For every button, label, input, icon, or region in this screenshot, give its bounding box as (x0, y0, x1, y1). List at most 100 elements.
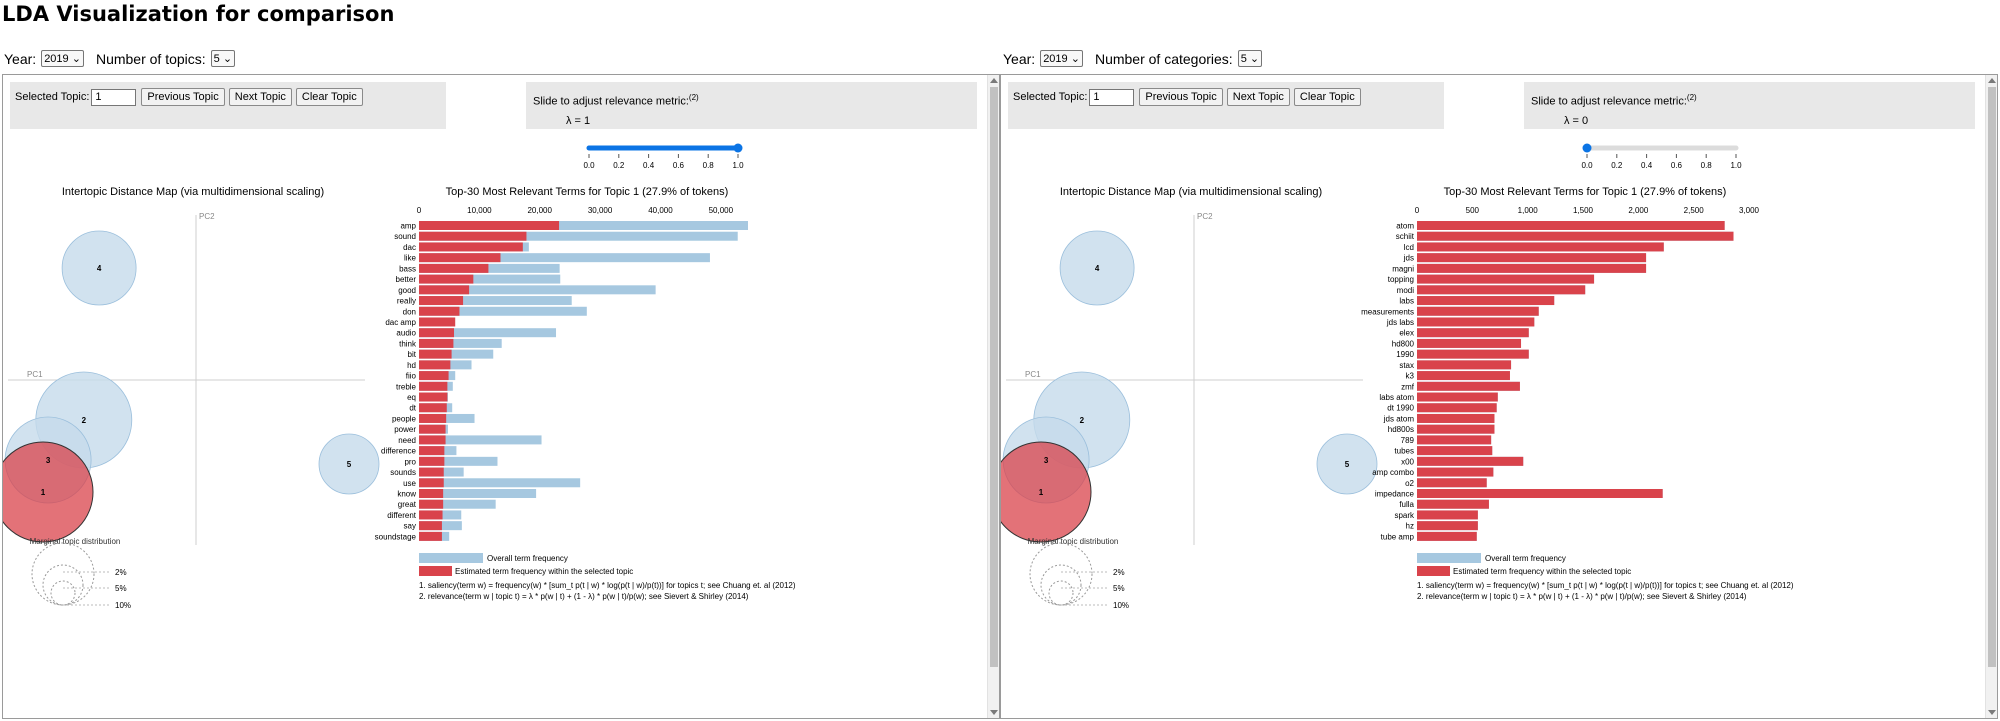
term-label[interactable]: better (396, 275, 417, 284)
term-label[interactable]: impedance (1375, 490, 1415, 499)
term-label[interactable]: tubes (1394, 447, 1414, 456)
term-label[interactable]: power (394, 425, 416, 434)
vertical-scrollbar[interactable] (1985, 75, 1997, 718)
term-label[interactable]: stax (1399, 361, 1414, 370)
term-label[interactable]: k3 (1406, 372, 1415, 381)
term-label[interactable]: hz (1406, 522, 1414, 531)
term-label[interactable]: bass (399, 264, 416, 273)
estimated-bar[interactable] (419, 413, 447, 423)
estimated-bar[interactable] (1417, 317, 1535, 327)
year-select[interactable]: 2019 ⌄ (41, 50, 84, 67)
term-label[interactable]: topping (1388, 275, 1414, 284)
estimated-bar[interactable] (1417, 392, 1498, 402)
term-label[interactable]: jds atom (1383, 414, 1415, 423)
term-label[interactable]: good (398, 286, 416, 295)
term-label[interactable]: fiio (406, 372, 417, 381)
term-label[interactable]: bit (408, 350, 417, 359)
slider-thumb[interactable] (1582, 143, 1592, 153)
estimated-bar[interactable] (1417, 424, 1495, 434)
estimated-bar[interactable] (419, 263, 489, 273)
estimated-bar[interactable] (419, 424, 446, 434)
estimated-bar[interactable] (1417, 242, 1664, 252)
term-label[interactable]: different (387, 511, 417, 520)
term-label[interactable]: elex (1399, 329, 1414, 338)
term-label[interactable]: 789 (1401, 436, 1415, 445)
term-label[interactable]: great (398, 500, 417, 509)
term-label[interactable]: hd (407, 361, 416, 370)
scroll-thumb[interactable] (990, 87, 998, 667)
term-label[interactable]: tube amp (1381, 532, 1415, 541)
term-label[interactable]: dt 1990 (1387, 404, 1414, 413)
estimated-bar[interactable] (419, 489, 444, 498)
estimated-bar[interactable] (1417, 435, 1492, 445)
estimated-bar[interactable] (419, 221, 560, 230)
estimated-bar[interactable] (1417, 371, 1510, 381)
estimated-bar[interactable] (419, 274, 474, 284)
estimated-bar[interactable] (419, 231, 527, 241)
term-label[interactable]: jds labs (1386, 318, 1414, 327)
term-label[interactable]: modi (1397, 286, 1415, 295)
estimated-bar[interactable] (1417, 306, 1539, 316)
term-label[interactable]: zmf (1401, 382, 1415, 391)
estimated-bar[interactable] (1417, 478, 1487, 488)
term-label[interactable]: magni (1392, 264, 1414, 273)
estimated-bar[interactable] (1417, 467, 1494, 477)
estimated-bar[interactable] (419, 478, 444, 488)
term-label[interactable]: use (403, 479, 416, 488)
estimated-bar[interactable] (1417, 499, 1489, 509)
estimated-bar[interactable] (419, 328, 455, 338)
category-count-select[interactable]: 5 ⌄ (1237, 50, 1263, 67)
term-label[interactable]: difference (381, 447, 417, 456)
estimated-bar[interactable] (419, 403, 447, 413)
term-label[interactable]: need (398, 436, 416, 445)
term-label[interactable]: 1990 (1396, 350, 1414, 359)
term-label[interactable]: dac (403, 243, 416, 252)
estimated-bar[interactable] (419, 467, 444, 477)
year-select[interactable]: 2019 ⌄ (1040, 50, 1083, 67)
estimated-bar[interactable] (1417, 510, 1478, 520)
estimated-bar[interactable] (1417, 285, 1586, 295)
estimated-bar[interactable] (1417, 381, 1520, 391)
scroll-down-icon[interactable] (1988, 710, 1996, 715)
estimated-bar[interactable] (1417, 274, 1595, 284)
term-label[interactable]: x00 (1401, 457, 1414, 466)
estimated-bar[interactable] (419, 253, 501, 263)
estimated-bar[interactable] (1417, 296, 1555, 306)
estimated-bar[interactable] (419, 285, 470, 295)
estimated-bar[interactable] (419, 510, 443, 520)
estimated-bar[interactable] (419, 360, 451, 370)
term-label[interactable]: atom (1396, 222, 1414, 231)
term-label[interactable]: hd800s (1388, 425, 1414, 434)
estimated-bar[interactable] (419, 521, 442, 531)
term-label[interactable]: pro (404, 457, 416, 466)
estimated-bar[interactable] (1417, 521, 1478, 531)
term-label[interactable]: like (404, 254, 417, 263)
estimated-bar[interactable] (1417, 338, 1522, 348)
estimated-bar[interactable] (1417, 446, 1493, 456)
estimated-bar[interactable] (419, 349, 452, 359)
estimated-bar[interactable] (419, 371, 449, 381)
term-label[interactable]: treble (396, 382, 417, 391)
term-label[interactable]: measurements (1361, 307, 1414, 316)
estimated-bar[interactable] (1417, 403, 1497, 413)
term-label[interactable]: o2 (1405, 479, 1414, 488)
term-label[interactable]: soundstage (375, 532, 417, 541)
term-label[interactable]: labs atom (1379, 393, 1414, 402)
term-label[interactable]: spark (1394, 511, 1415, 520)
estimated-bar[interactable] (1417, 413, 1495, 423)
term-label[interactable]: dt (409, 404, 416, 413)
estimated-bar[interactable] (419, 338, 454, 348)
term-label[interactable]: eq (407, 393, 416, 402)
estimated-bar[interactable] (1417, 221, 1725, 230)
scroll-down-icon[interactable] (990, 710, 998, 715)
term-label[interactable]: people (392, 414, 417, 423)
term-label[interactable]: think (399, 339, 417, 348)
estimated-bar[interactable] (419, 306, 460, 316)
estimated-bar[interactable] (419, 446, 445, 456)
estimated-bar[interactable] (1417, 349, 1529, 359)
estimated-bar[interactable] (1417, 231, 1734, 241)
estimated-bar[interactable] (419, 296, 464, 306)
estimated-bar[interactable] (1417, 456, 1524, 466)
estimated-bar[interactable] (1417, 253, 1647, 263)
estimated-bar[interactable] (419, 381, 448, 391)
